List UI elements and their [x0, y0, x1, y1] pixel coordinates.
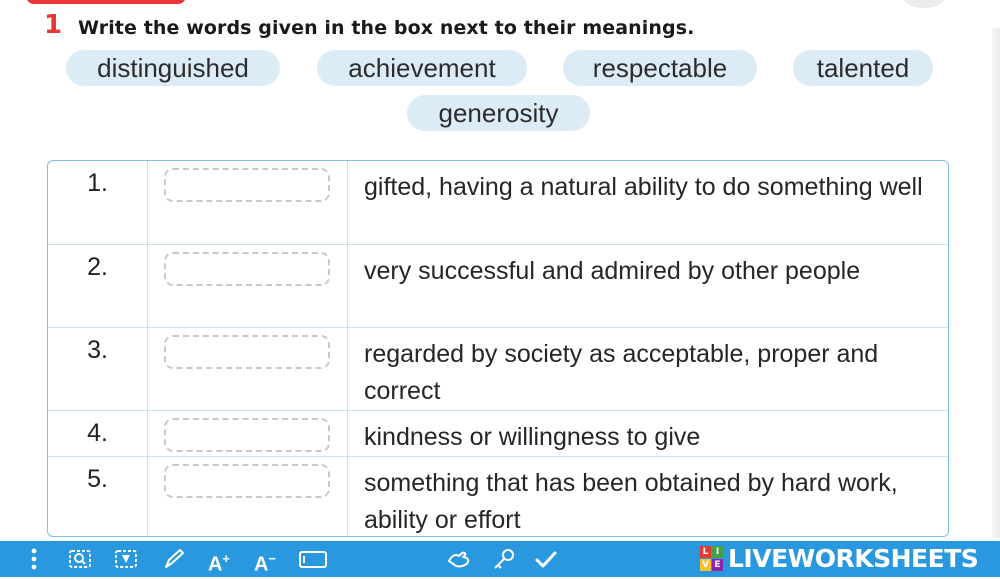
answer-cell	[148, 411, 348, 456]
logo-letter: V	[700, 559, 711, 571]
font-decrease-label: A	[253, 553, 269, 576]
word-box-item: generosity	[407, 95, 590, 131]
row-number: 1.	[48, 161, 148, 244]
key-icon[interactable]	[490, 545, 518, 573]
pen-icon[interactable]	[160, 545, 188, 573]
bottom-toolbar: A+ A− L I V E LIVEWORKSHEETS	[0, 541, 1000, 577]
word-box-item: talented	[793, 50, 933, 86]
answer-cell	[148, 328, 348, 410]
meaning-text: regarded by society as acceptable, prope…	[364, 340, 879, 405]
table-row: 2. very successful and admired by other …	[48, 244, 948, 327]
answer-cell	[148, 457, 348, 536]
font-increase-icon[interactable]: A+	[204, 545, 234, 576]
liveworksheets-logo: L I V E	[700, 546, 724, 572]
page-edge-decoration	[992, 28, 1000, 538]
drag-icon[interactable]	[444, 545, 474, 573]
answer-input-4[interactable]	[164, 418, 330, 452]
check-icon[interactable]	[532, 545, 560, 573]
answer-input-5[interactable]	[164, 464, 330, 498]
word-box-item: distinguished	[66, 50, 280, 86]
meaning-text: gifted, having a natural ability to do s…	[364, 173, 923, 201]
answer-input-1[interactable]	[164, 168, 330, 202]
matching-table: 1. gifted, having a natural ability to d…	[47, 160, 949, 537]
menu-dots-icon[interactable]	[24, 545, 44, 573]
answer-input-3[interactable]	[164, 335, 330, 369]
logo-letter: E	[712, 559, 723, 571]
row-number: 5.	[48, 457, 148, 536]
corner-button-decoration	[902, 0, 946, 8]
word-box-item: achievement	[317, 50, 527, 86]
zoom-icon[interactable]	[66, 545, 94, 573]
text-box-icon[interactable]	[297, 545, 329, 573]
table-row: 3. regarded by society as acceptable, pr…	[48, 327, 948, 410]
exercise-number: 1	[44, 10, 63, 40]
meaning-text: kindness or willingness to give	[364, 423, 701, 451]
brand-name: LIVEWORKSHEETS	[728, 544, 979, 573]
table-row: 4. kindness or willingness to give	[48, 410, 948, 456]
font-decrease-icon[interactable]: A−	[250, 545, 280, 576]
table-row: 1. gifted, having a natural ability to d…	[48, 161, 948, 244]
meaning-text: something that has been obtained by hard…	[364, 469, 898, 534]
exercise-instruction: Write the words given in the box next to…	[78, 17, 695, 39]
row-number: 4.	[48, 411, 148, 456]
header-tab-decoration	[26, 0, 186, 4]
answer-cell	[148, 161, 348, 244]
logo-letter: L	[700, 546, 711, 558]
font-increase-label: A	[207, 553, 223, 576]
answer-input-2[interactable]	[164, 252, 330, 286]
highlight-icon[interactable]	[112, 545, 140, 573]
table-row: 5. something that has been obtained by h…	[48, 456, 948, 536]
answer-cell	[148, 245, 348, 327]
row-number: 2.	[48, 245, 148, 327]
word-box-item: respectable	[563, 50, 757, 86]
logo-letter: I	[712, 546, 723, 558]
row-number: 3.	[48, 328, 148, 410]
meaning-text: very successful and admired by other peo…	[364, 257, 861, 285]
